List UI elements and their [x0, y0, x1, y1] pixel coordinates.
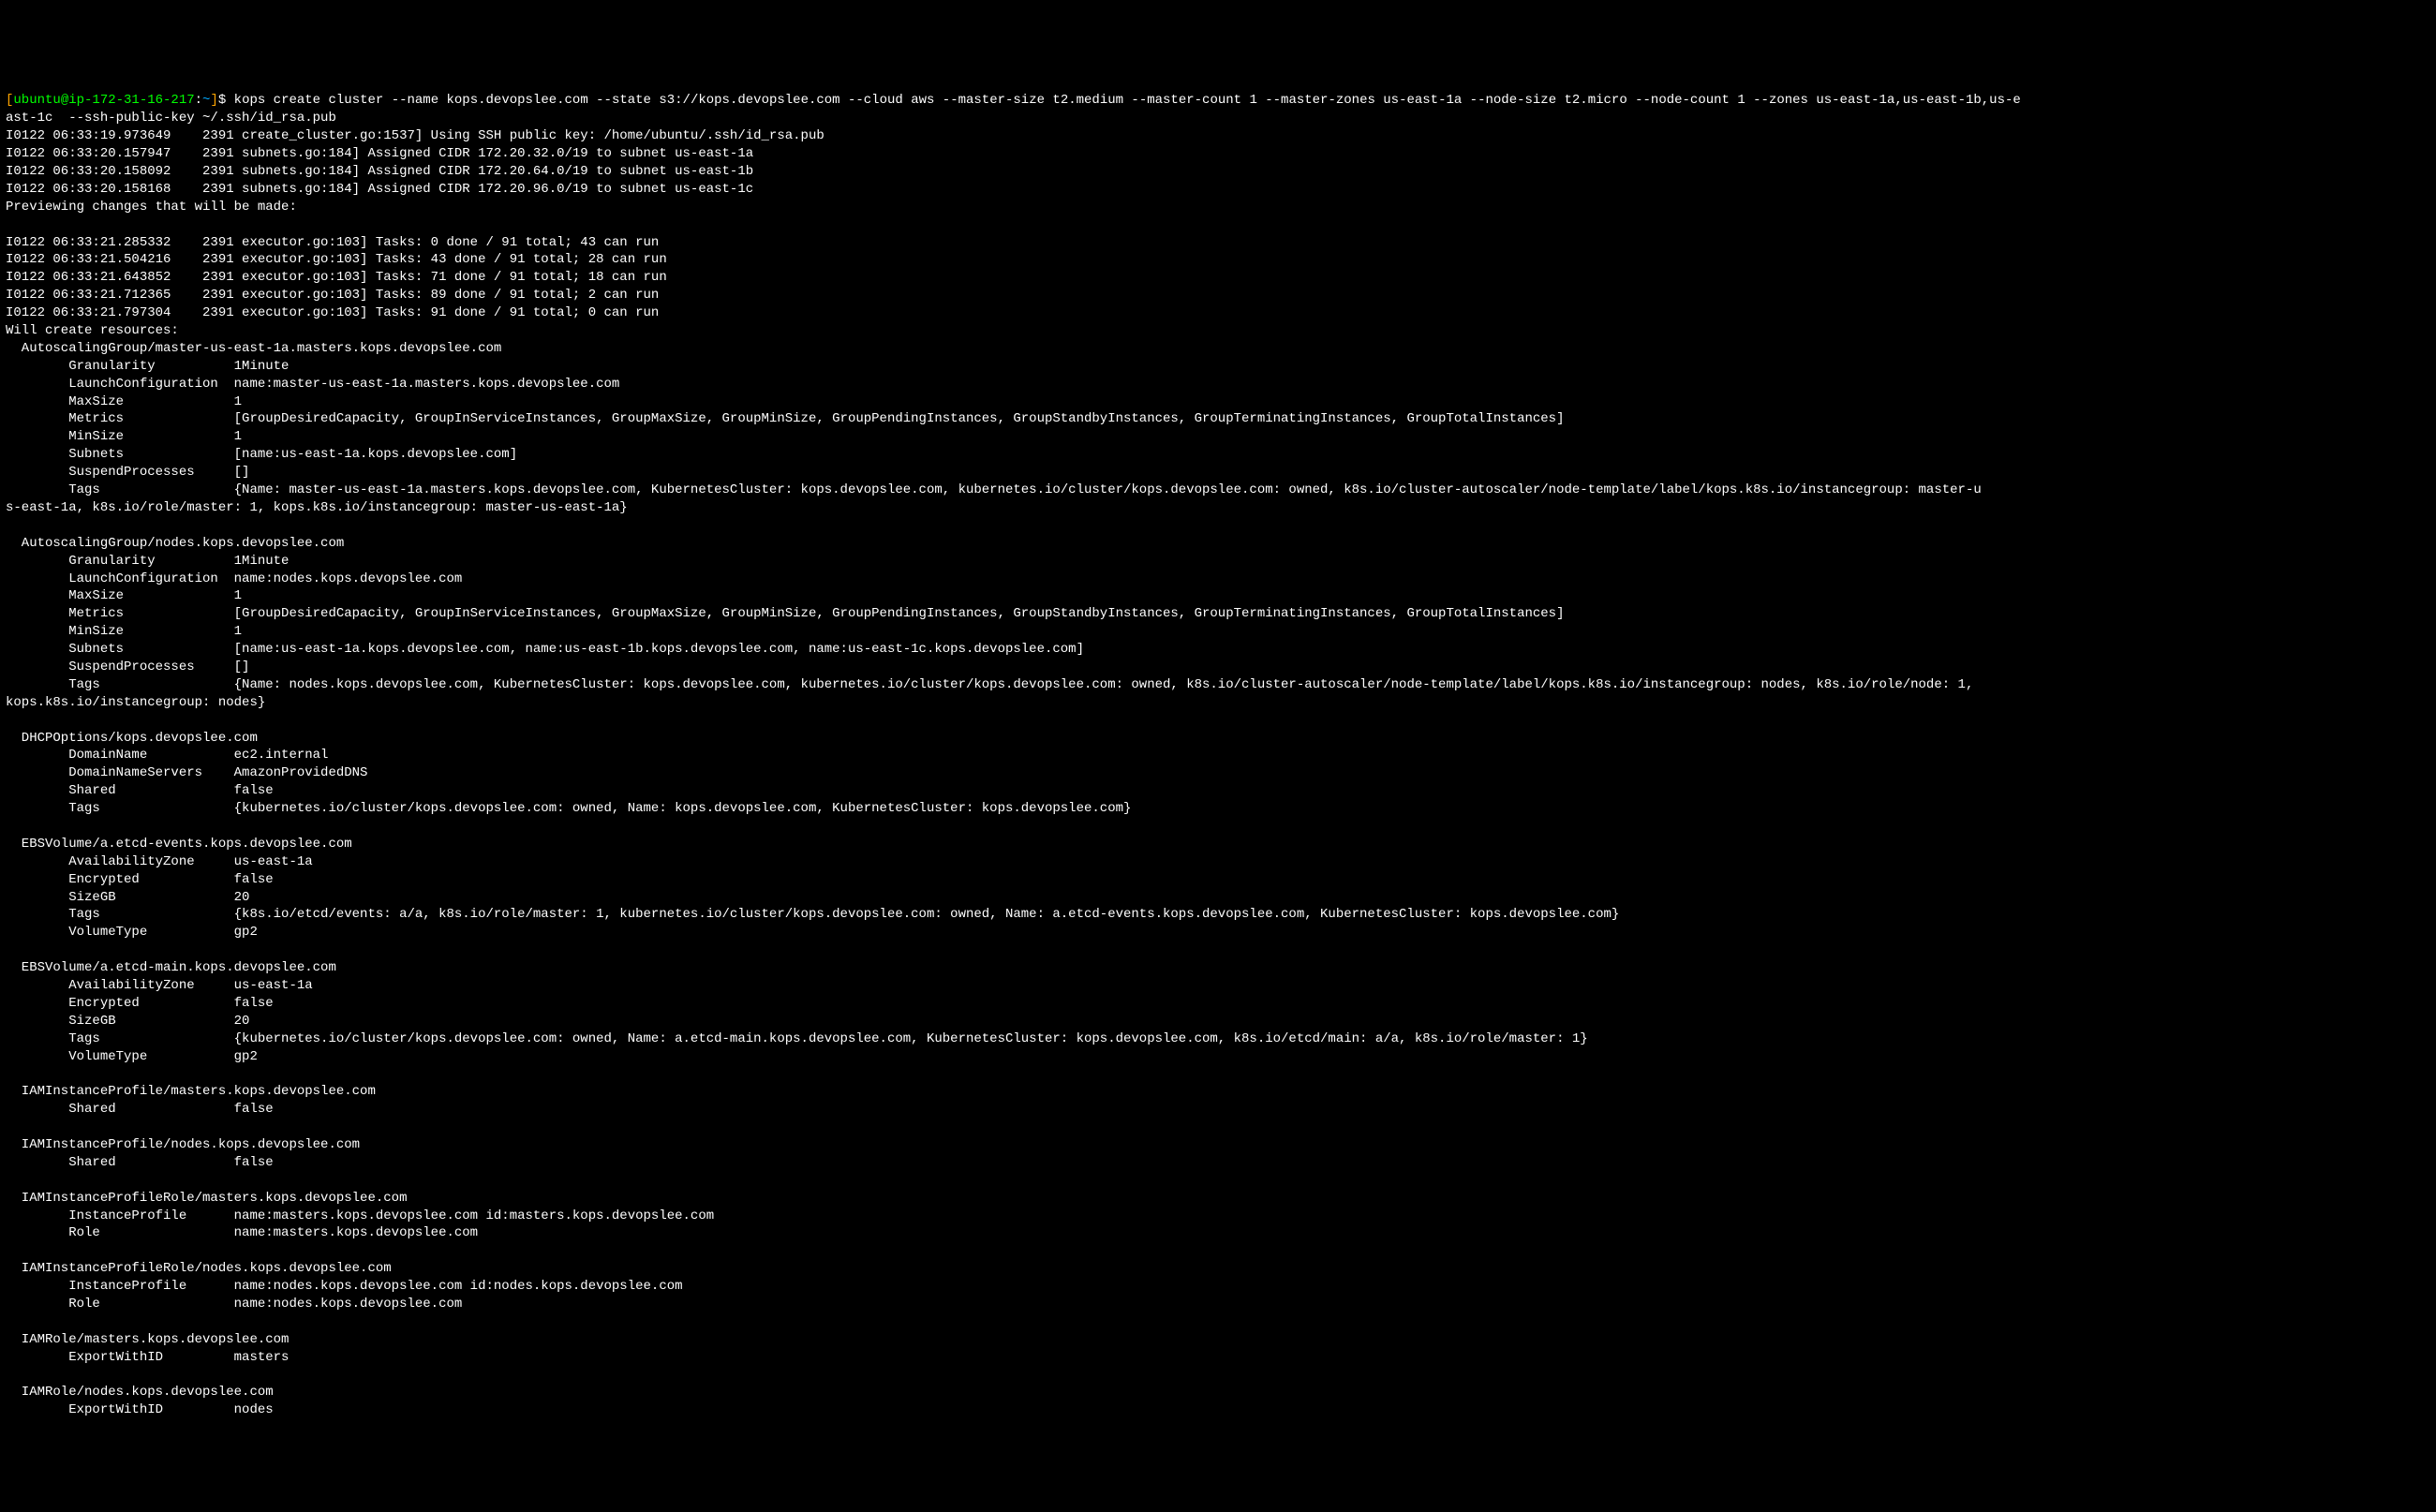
terminal-output: I0122 06:33:19.973649 2391 create_cluste… [6, 127, 2430, 1419]
prompt-dollar: $ [218, 93, 234, 108]
prompt-close-bracket: ] [210, 93, 217, 108]
command-line-continuation: ast-1c --ssh-public-key ~/.ssh/id_rsa.pu… [6, 111, 336, 126]
prompt-user-host: ubuntu@ip-172-31-16-217 [13, 93, 194, 108]
command-line: kops create cluster --name kops.devopsle… [234, 93, 2021, 108]
terminal-window[interactable]: [ubuntu@ip-172-31-16-217:~]$ kops create… [0, 88, 2436, 1423]
prompt-colon: : [195, 93, 202, 108]
